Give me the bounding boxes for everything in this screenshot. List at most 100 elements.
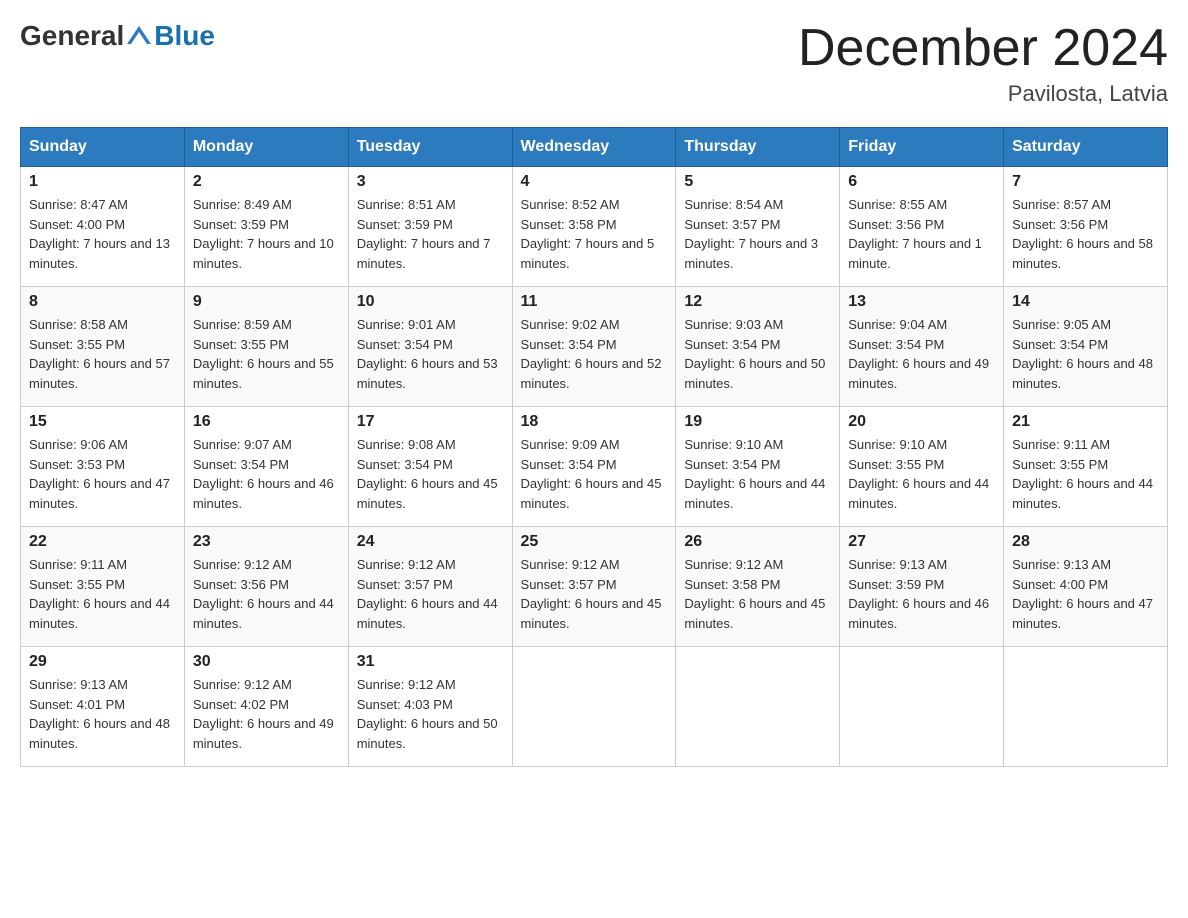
calendar-cell: 22 Sunrise: 9:11 AM Sunset: 3:55 PM Dayl… <box>21 527 185 647</box>
day-number: 30 <box>193 653 340 671</box>
day-info: Sunrise: 8:54 AM Sunset: 3:57 PM Dayligh… <box>684 195 831 273</box>
day-number: 7 <box>1012 173 1159 191</box>
day-number: 4 <box>521 173 668 191</box>
calendar-cell <box>512 647 676 767</box>
day-info: Sunrise: 9:12 AM Sunset: 4:03 PM Dayligh… <box>357 675 504 753</box>
day-number: 9 <box>193 293 340 311</box>
calendar-cell: 5 Sunrise: 8:54 AM Sunset: 3:57 PM Dayli… <box>676 167 840 287</box>
day-number: 17 <box>357 413 504 431</box>
calendar-cell: 31 Sunrise: 9:12 AM Sunset: 4:03 PM Dayl… <box>348 647 512 767</box>
day-info: Sunrise: 8:59 AM Sunset: 3:55 PM Dayligh… <box>193 315 340 393</box>
calendar-cell: 6 Sunrise: 8:55 AM Sunset: 3:56 PM Dayli… <box>840 167 1004 287</box>
month-title: December 2024 <box>798 20 1168 77</box>
calendar-week-row: 1 Sunrise: 8:47 AM Sunset: 4:00 PM Dayli… <box>21 167 1168 287</box>
day-info: Sunrise: 9:10 AM Sunset: 3:55 PM Dayligh… <box>848 435 995 513</box>
day-info: Sunrise: 8:47 AM Sunset: 4:00 PM Dayligh… <box>29 195 176 273</box>
day-number: 8 <box>29 293 176 311</box>
day-number: 28 <box>1012 533 1159 551</box>
day-info: Sunrise: 8:57 AM Sunset: 3:56 PM Dayligh… <box>1012 195 1159 273</box>
title-section: December 2024 Pavilosta, Latvia <box>798 20 1168 107</box>
calendar-cell: 17 Sunrise: 9:08 AM Sunset: 3:54 PM Dayl… <box>348 407 512 527</box>
day-info: Sunrise: 9:11 AM Sunset: 3:55 PM Dayligh… <box>1012 435 1159 513</box>
day-info: Sunrise: 9:12 AM Sunset: 3:57 PM Dayligh… <box>521 555 668 633</box>
calendar-header-row: SundayMondayTuesdayWednesdayThursdayFrid… <box>21 128 1168 167</box>
calendar-week-row: 15 Sunrise: 9:06 AM Sunset: 3:53 PM Dayl… <box>21 407 1168 527</box>
location-subtitle: Pavilosta, Latvia <box>798 81 1168 107</box>
calendar-cell: 11 Sunrise: 9:02 AM Sunset: 3:54 PM Dayl… <box>512 287 676 407</box>
day-number: 5 <box>684 173 831 191</box>
calendar-cell: 14 Sunrise: 9:05 AM Sunset: 3:54 PM Dayl… <box>1004 287 1168 407</box>
logo-triangle-icon <box>125 22 153 50</box>
day-info: Sunrise: 9:09 AM Sunset: 3:54 PM Dayligh… <box>521 435 668 513</box>
day-info: Sunrise: 9:13 AM Sunset: 3:59 PM Dayligh… <box>848 555 995 633</box>
day-info: Sunrise: 9:12 AM Sunset: 3:56 PM Dayligh… <box>193 555 340 633</box>
day-number: 16 <box>193 413 340 431</box>
day-number: 24 <box>357 533 504 551</box>
calendar-cell: 15 Sunrise: 9:06 AM Sunset: 3:53 PM Dayl… <box>21 407 185 527</box>
calendar-cell: 12 Sunrise: 9:03 AM Sunset: 3:54 PM Dayl… <box>676 287 840 407</box>
calendar-cell: 8 Sunrise: 8:58 AM Sunset: 3:55 PM Dayli… <box>21 287 185 407</box>
day-number: 1 <box>29 173 176 191</box>
calendar-cell: 30 Sunrise: 9:12 AM Sunset: 4:02 PM Dayl… <box>184 647 348 767</box>
calendar-cell: 25 Sunrise: 9:12 AM Sunset: 3:57 PM Dayl… <box>512 527 676 647</box>
page-header: General Blue December 2024 Pavilosta, La… <box>20 20 1168 107</box>
calendar-week-row: 22 Sunrise: 9:11 AM Sunset: 3:55 PM Dayl… <box>21 527 1168 647</box>
calendar-week-row: 29 Sunrise: 9:13 AM Sunset: 4:01 PM Dayl… <box>21 647 1168 767</box>
calendar-cell: 28 Sunrise: 9:13 AM Sunset: 4:00 PM Dayl… <box>1004 527 1168 647</box>
calendar-table: SundayMondayTuesdayWednesdayThursdayFrid… <box>20 127 1168 767</box>
day-number: 6 <box>848 173 995 191</box>
day-info: Sunrise: 9:07 AM Sunset: 3:54 PM Dayligh… <box>193 435 340 513</box>
day-number: 27 <box>848 533 995 551</box>
day-info: Sunrise: 9:13 AM Sunset: 4:00 PM Dayligh… <box>1012 555 1159 633</box>
calendar-cell: 27 Sunrise: 9:13 AM Sunset: 3:59 PM Dayl… <box>840 527 1004 647</box>
day-info: Sunrise: 8:58 AM Sunset: 3:55 PM Dayligh… <box>29 315 176 393</box>
day-number: 31 <box>357 653 504 671</box>
day-number: 20 <box>848 413 995 431</box>
day-info: Sunrise: 8:52 AM Sunset: 3:58 PM Dayligh… <box>521 195 668 273</box>
day-number: 11 <box>521 293 668 311</box>
calendar-cell: 2 Sunrise: 8:49 AM Sunset: 3:59 PM Dayli… <box>184 167 348 287</box>
calendar-cell: 19 Sunrise: 9:10 AM Sunset: 3:54 PM Dayl… <box>676 407 840 527</box>
day-of-week-header: Monday <box>184 128 348 167</box>
day-of-week-header: Wednesday <box>512 128 676 167</box>
day-info: Sunrise: 9:01 AM Sunset: 3:54 PM Dayligh… <box>357 315 504 393</box>
calendar-cell <box>676 647 840 767</box>
day-info: Sunrise: 9:06 AM Sunset: 3:53 PM Dayligh… <box>29 435 176 513</box>
calendar-cell: 24 Sunrise: 9:12 AM Sunset: 3:57 PM Dayl… <box>348 527 512 647</box>
day-info: Sunrise: 9:02 AM Sunset: 3:54 PM Dayligh… <box>521 315 668 393</box>
day-info: Sunrise: 9:12 AM Sunset: 3:57 PM Dayligh… <box>357 555 504 633</box>
day-number: 14 <box>1012 293 1159 311</box>
day-of-week-header: Tuesday <box>348 128 512 167</box>
day-number: 10 <box>357 293 504 311</box>
day-number: 22 <box>29 533 176 551</box>
day-number: 2 <box>193 173 340 191</box>
day-number: 29 <box>29 653 176 671</box>
calendar-week-row: 8 Sunrise: 8:58 AM Sunset: 3:55 PM Dayli… <box>21 287 1168 407</box>
day-number: 19 <box>684 413 831 431</box>
calendar-cell: 3 Sunrise: 8:51 AM Sunset: 3:59 PM Dayli… <box>348 167 512 287</box>
calendar-cell <box>840 647 1004 767</box>
logo: General Blue <box>20 20 215 52</box>
calendar-cell: 18 Sunrise: 9:09 AM Sunset: 3:54 PM Dayl… <box>512 407 676 527</box>
day-info: Sunrise: 9:04 AM Sunset: 3:54 PM Dayligh… <box>848 315 995 393</box>
day-info: Sunrise: 9:10 AM Sunset: 3:54 PM Dayligh… <box>684 435 831 513</box>
day-of-week-header: Sunday <box>21 128 185 167</box>
day-info: Sunrise: 9:12 AM Sunset: 3:58 PM Dayligh… <box>684 555 831 633</box>
day-info: Sunrise: 9:03 AM Sunset: 3:54 PM Dayligh… <box>684 315 831 393</box>
calendar-cell: 29 Sunrise: 9:13 AM Sunset: 4:01 PM Dayl… <box>21 647 185 767</box>
day-number: 23 <box>193 533 340 551</box>
day-info: Sunrise: 8:51 AM Sunset: 3:59 PM Dayligh… <box>357 195 504 273</box>
logo-general-text: General <box>20 20 124 52</box>
day-number: 21 <box>1012 413 1159 431</box>
day-number: 3 <box>357 173 504 191</box>
day-number: 25 <box>521 533 668 551</box>
day-info: Sunrise: 9:08 AM Sunset: 3:54 PM Dayligh… <box>357 435 504 513</box>
calendar-cell: 21 Sunrise: 9:11 AM Sunset: 3:55 PM Dayl… <box>1004 407 1168 527</box>
day-number: 18 <box>521 413 668 431</box>
calendar-cell: 23 Sunrise: 9:12 AM Sunset: 3:56 PM Dayl… <box>184 527 348 647</box>
day-number: 15 <box>29 413 176 431</box>
calendar-cell: 4 Sunrise: 8:52 AM Sunset: 3:58 PM Dayli… <box>512 167 676 287</box>
calendar-cell <box>1004 647 1168 767</box>
calendar-cell: 7 Sunrise: 8:57 AM Sunset: 3:56 PM Dayli… <box>1004 167 1168 287</box>
day-info: Sunrise: 9:13 AM Sunset: 4:01 PM Dayligh… <box>29 675 176 753</box>
